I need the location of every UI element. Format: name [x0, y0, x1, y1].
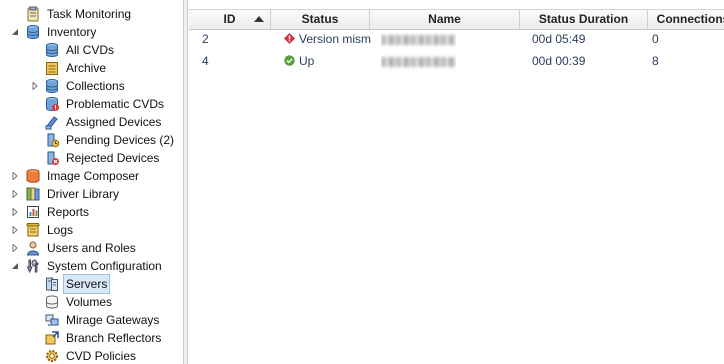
- tree-item-label: Servers: [62, 274, 111, 294]
- tree-item-inventory[interactable]: Inventory: [25, 23, 98, 41]
- ok-icon: [284, 55, 295, 66]
- collapse-inventory-icon[interactable]: [11, 28, 19, 36]
- tree-item-label: Reports: [47, 205, 90, 219]
- column-header-label: Name: [428, 12, 461, 26]
- cell-connections: 0: [652, 32, 659, 46]
- collapse-system-configuration-icon[interactable]: [11, 262, 19, 270]
- error-icon: [284, 33, 295, 44]
- cell-status: Version mism: [284, 29, 371, 49]
- collections-icon: [44, 78, 60, 94]
- tree-item-reports[interactable]: Reports: [25, 203, 91, 221]
- archive-icon: [44, 60, 60, 76]
- navigation-tree: Task Monitoring Inventory All CVDs Archive C…: [0, 0, 183, 364]
- database-icon: [25, 24, 41, 40]
- tree-item-label: Collections: [66, 79, 125, 93]
- table-row[interactable]: 2 Version mism 00d 05:49 0: [189, 29, 724, 49]
- gateway-icon: [44, 312, 60, 328]
- grid-header: ID Status Name Status Duration Connectio…: [189, 9, 724, 30]
- column-header-label: Connections: [656, 12, 724, 26]
- tree-item-label: Problematic CVDs: [66, 97, 165, 111]
- column-header-label: Status Duration: [538, 12, 629, 26]
- tree-item-archive[interactable]: Archive: [44, 59, 108, 77]
- status-text: Up: [299, 54, 315, 68]
- servers-icon: [44, 276, 60, 292]
- tools-icon: [25, 258, 41, 274]
- tree-item-label: Branch Reflectors: [66, 331, 162, 345]
- status-text: Version mism: [299, 32, 372, 46]
- tree-item-label: All CVDs: [66, 43, 115, 57]
- volumes-icon: [44, 294, 60, 310]
- column-header-label: Status: [301, 12, 339, 26]
- sort-ascending-icon: [254, 16, 264, 22]
- tree-item-label: Assigned Devices: [66, 115, 162, 129]
- reports-icon: [25, 204, 41, 220]
- tree-item-collections[interactable]: Collections: [44, 77, 127, 95]
- tree-item-label: Logs: [47, 223, 74, 237]
- logs-icon: [25, 222, 41, 238]
- tree-item-label: Inventory: [47, 25, 97, 39]
- tree-item-assigned-devices[interactable]: Assigned Devices: [44, 113, 163, 131]
- tree-item-rejected-devices[interactable]: Rejected Devices: [44, 149, 161, 167]
- tree-item-system-configuration[interactable]: System Configuration: [25, 257, 164, 275]
- tree-item-label: Rejected Devices: [66, 151, 160, 165]
- expand-driver-library-icon[interactable]: [11, 190, 19, 198]
- cell-status-duration: 00d 05:49: [532, 32, 586, 46]
- column-header-label: ID: [223, 12, 236, 26]
- tree-item-label: Users and Roles: [47, 241, 136, 255]
- tree-item-label: Archive: [66, 61, 107, 75]
- cell-id: 4: [202, 54, 209, 68]
- problem-database-icon: [44, 96, 60, 112]
- pending-device-icon: [44, 132, 60, 148]
- tree-item-label: Volumes: [66, 295, 113, 309]
- column-header-id[interactable]: ID: [189, 10, 271, 29]
- servers-grid: ID Status Name Status Duration Connectio…: [189, 0, 724, 364]
- cell-id: 2: [202, 32, 209, 46]
- tree-item-driver-library[interactable]: Driver Library: [25, 185, 121, 203]
- cell-name-redacted: [381, 51, 456, 71]
- tree-item-cvd-policies[interactable]: CVD Policies: [44, 347, 138, 364]
- assigned-device-icon: [44, 114, 60, 130]
- database-icon: [44, 42, 60, 58]
- clipboard-icon: [25, 6, 41, 22]
- branch-reflector-icon: [44, 330, 60, 346]
- cell-connections: 8: [652, 54, 659, 68]
- column-header-connections[interactable]: Connections: [648, 10, 724, 29]
- rejected-device-icon: [44, 150, 60, 166]
- image-composer-icon: [25, 168, 41, 184]
- tree-item-label: Mirage Gateways: [66, 313, 160, 327]
- tree-item-volumes[interactable]: Volumes: [44, 293, 114, 311]
- tree-item-label: System Configuration: [47, 259, 162, 273]
- gear-icon: [44, 348, 60, 364]
- expand-users-and-roles-icon[interactable]: [11, 244, 19, 252]
- expand-image-composer-icon[interactable]: [11, 172, 19, 180]
- cell-status: Up: [284, 51, 314, 71]
- expand-logs-icon[interactable]: [11, 226, 19, 234]
- pane-splitter[interactable]: [183, 0, 188, 364]
- tree-item-mirage-gateways[interactable]: Mirage Gateways: [44, 311, 161, 329]
- table-row[interactable]: 4 Up 00d 00:39 8: [189, 51, 724, 71]
- cell-name-redacted: [381, 29, 456, 49]
- tree-item-all-cvds[interactable]: All CVDs: [44, 41, 116, 59]
- tree-item-label: Pending Devices (2): [66, 133, 175, 147]
- expand-collections-icon[interactable]: [31, 82, 39, 90]
- column-header-status-duration[interactable]: Status Duration: [520, 10, 648, 29]
- tree-item-logs[interactable]: Logs: [25, 221, 75, 239]
- column-header-status[interactable]: Status: [271, 10, 370, 29]
- column-header-name[interactable]: Name: [370, 10, 520, 29]
- tree-item-image-composer[interactable]: Image Composer: [25, 167, 141, 185]
- tree-item-task-monitoring[interactable]: Task Monitoring: [25, 5, 133, 23]
- cell-status-duration: 00d 00:39: [532, 54, 586, 68]
- tree-item-users-and-roles[interactable]: Users and Roles: [25, 239, 138, 257]
- tree-item-problematic-cvds[interactable]: Problematic CVDs: [44, 95, 166, 113]
- driver-library-icon: [25, 186, 41, 202]
- expand-reports-icon[interactable]: [11, 208, 19, 216]
- tree-item-label: Task Monitoring: [47, 7, 132, 21]
- tree-item-label: Driver Library: [47, 187, 120, 201]
- users-icon: [25, 240, 41, 256]
- tree-item-pending-devices[interactable]: Pending Devices (2): [44, 131, 176, 149]
- tree-item-label: Image Composer: [47, 169, 140, 183]
- tree-item-label: CVD Policies: [66, 349, 137, 363]
- tree-item-servers[interactable]: Servers: [44, 274, 111, 294]
- tree-item-branch-reflectors[interactable]: Branch Reflectors: [44, 329, 163, 347]
